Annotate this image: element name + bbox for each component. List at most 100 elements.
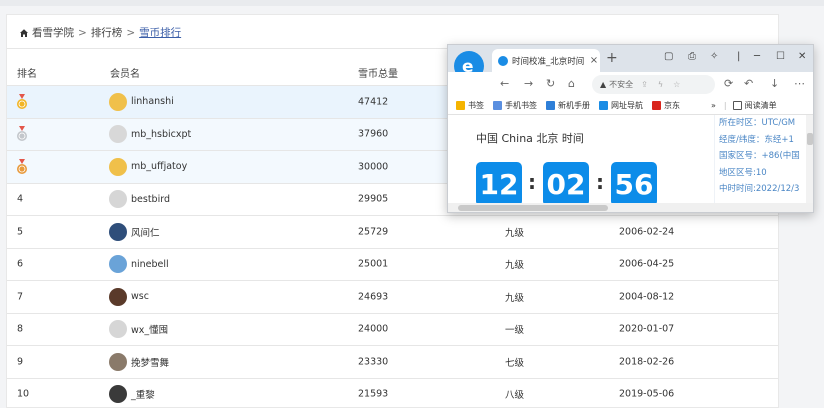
new-tab-button[interactable]: + — [606, 50, 618, 66]
register-date: 2004-08-12 — [619, 291, 675, 303]
location-label: 中国 China 北京 时间 — [476, 132, 584, 145]
breadcrumb-leaderboard[interactable]: 排行榜 — [91, 25, 123, 40]
reading-list[interactable]: 阅读清单 — [732, 100, 777, 111]
timezone-info-line: 国家区号：+86(中国 — [719, 151, 800, 161]
member-level: 一级 — [505, 325, 525, 337]
extensions-icon[interactable]: ✧ — [710, 51, 718, 62]
bookmark-item[interactable]: 书签 — [456, 100, 484, 111]
page-content: 中国 China 北京 时间 12 : 02 : 56 所在时区：UTC/GM 经… — [448, 115, 813, 203]
close-window-icon[interactable]: ✕ — [798, 51, 806, 62]
bookmark-label: 手机书签 — [505, 101, 537, 110]
avatar — [109, 320, 127, 339]
member-cell[interactable]: wsc — [109, 287, 149, 306]
undo-icon[interactable]: ↶ — [744, 77, 753, 90]
member-level: 九级 — [505, 227, 525, 239]
flash-icon[interactable]: ϟ — [658, 80, 663, 89]
avatar — [109, 287, 127, 306]
member-name[interactable]: mb_uffjatoy — [131, 161, 187, 172]
rank-number: 4 — [17, 193, 24, 205]
minimize-icon[interactable]: ─ — [754, 51, 760, 62]
member-name[interactable]: linhanshi — [131, 96, 174, 107]
scroll-thumb[interactable] — [807, 133, 813, 145]
breadcrumb-current[interactable]: 雪币排行 — [139, 25, 181, 40]
coin-total: 37960 — [358, 128, 389, 140]
tab-title: 时间校准_北京时间 — [512, 56, 585, 67]
member-cell[interactable]: mb_hsbicxpt — [109, 125, 191, 144]
scroll-thumb[interactable] — [458, 205, 608, 211]
bookmark-icon — [493, 101, 502, 110]
member-name[interactable]: ninebell — [131, 259, 169, 270]
member-name[interactable]: _重黎 — [131, 387, 155, 401]
favicon-icon — [498, 55, 508, 66]
reading-list-label: 阅读清单 — [744, 101, 777, 110]
register-date: 2019-05-06 — [619, 388, 675, 400]
breadcrumb-sep: > — [78, 26, 87, 39]
share-icon[interactable]: ⇪ — [641, 80, 648, 89]
timezone-info-line: 经度/纬度：东经+1 — [719, 134, 794, 145]
coin-total: 23330 — [358, 356, 389, 368]
member-cell[interactable]: 挽梦雪舞 — [109, 352, 169, 371]
member-name[interactable]: mb_hsbicxpt — [131, 129, 191, 140]
address-bar: ← → ↻ ⌂ ▲ 不安全 ⇪ ϟ ☆ ⟳ ↶ ↓ ⋯ — [448, 72, 813, 97]
bookmark-divider: | — [723, 101, 727, 110]
print-icon[interactable]: ⎙ — [688, 51, 696, 62]
member-cell[interactable]: bestbird — [109, 190, 170, 209]
more-icon[interactable]: ⋯ — [794, 77, 805, 90]
coin-total: 24693 — [358, 291, 389, 303]
download-icon[interactable]: ↓ — [770, 77, 779, 90]
rank-number: 10 — [17, 388, 30, 400]
avatar — [109, 190, 127, 209]
member-name[interactable]: wsc — [131, 291, 149, 302]
bookmark-item[interactable]: 网址导航 — [599, 100, 643, 111]
member-name[interactable]: wx_懂囤 — [131, 322, 168, 336]
clock-seconds: 56 — [611, 162, 657, 203]
horizontal-scrollbar[interactable] — [448, 203, 813, 212]
member-level: 九级 — [505, 292, 525, 304]
home-nav-icon[interactable]: ⌂ — [568, 77, 575, 90]
sync-icon[interactable]: ⟳ — [724, 77, 733, 90]
breadcrumb-home[interactable]: 看雪学院 — [32, 25, 74, 40]
vertical-scrollbar[interactable] — [806, 115, 813, 203]
clock-separator: : — [528, 170, 536, 194]
avatar — [109, 125, 127, 144]
table-row: 8 wx_懂囤 24000 一级 2020-01-07 — [7, 312, 778, 346]
back-icon[interactable]: ← — [500, 77, 509, 90]
forward-icon[interactable]: → — [524, 77, 533, 90]
avatar — [109, 222, 127, 241]
avatar — [109, 385, 127, 404]
coin-total: 21593 — [358, 388, 389, 400]
member-cell[interactable]: mb_uffjatoy — [109, 157, 187, 176]
avatar — [109, 255, 127, 274]
browser-window[interactable]: 时间校准_北京时间 × + ▢ ⎙ ✧ | ─ ☐ ✕ e ← → ↻ ⌂ ▲ … — [447, 44, 814, 213]
member-level: 九级 — [505, 260, 525, 272]
coin-total: 30000 — [358, 161, 389, 173]
favorite-star-icon[interactable]: ☆ — [673, 80, 680, 89]
member-cell[interactable]: ninebell — [109, 255, 169, 274]
bookmark-item[interactable]: 京东 — [652, 100, 680, 111]
member-cell[interactable]: 风间仁 — [109, 222, 160, 241]
reload-icon[interactable]: ↻ — [546, 77, 555, 90]
clock-minutes: 02 — [543, 162, 589, 203]
register-date: 2020-01-07 — [619, 323, 675, 335]
collections-icon[interactable]: ▢ — [664, 51, 673, 62]
member-name[interactable]: 挽梦雪舞 — [131, 355, 169, 369]
member-name[interactable]: bestbird — [131, 194, 170, 205]
bookmark-item[interactable]: 手机书签 — [493, 100, 537, 111]
maximize-icon[interactable]: ☐ — [776, 51, 785, 62]
more-bookmarks-icon[interactable]: » — [711, 101, 716, 110]
bookmark-item[interactable]: 新机手册 — [546, 100, 590, 111]
url-field[interactable]: ▲ 不安全 ⇪ ϟ ☆ — [592, 75, 715, 94]
breadcrumb-sep: > — [126, 26, 136, 39]
member-cell[interactable]: linhanshi — [109, 92, 174, 111]
browser-tab[interactable]: 时间校准_北京时间 × — [492, 49, 600, 72]
coin-total: 24000 — [358, 323, 389, 335]
member-cell[interactable]: _重黎 — [109, 385, 155, 404]
member-cell[interactable]: wx_懂囤 — [109, 320, 168, 339]
medal-gold-icon — [17, 93, 27, 109]
coin-total: 29905 — [358, 193, 389, 205]
member-name[interactable]: 风间仁 — [131, 225, 160, 239]
tab-close-icon[interactable]: × — [588, 55, 600, 66]
medal-bronze-icon — [17, 158, 27, 174]
header-member: 会员名 — [110, 69, 140, 80]
bookmarks-list: 书签 手机书签 新机手册 网址导航 京东 — [456, 100, 689, 111]
